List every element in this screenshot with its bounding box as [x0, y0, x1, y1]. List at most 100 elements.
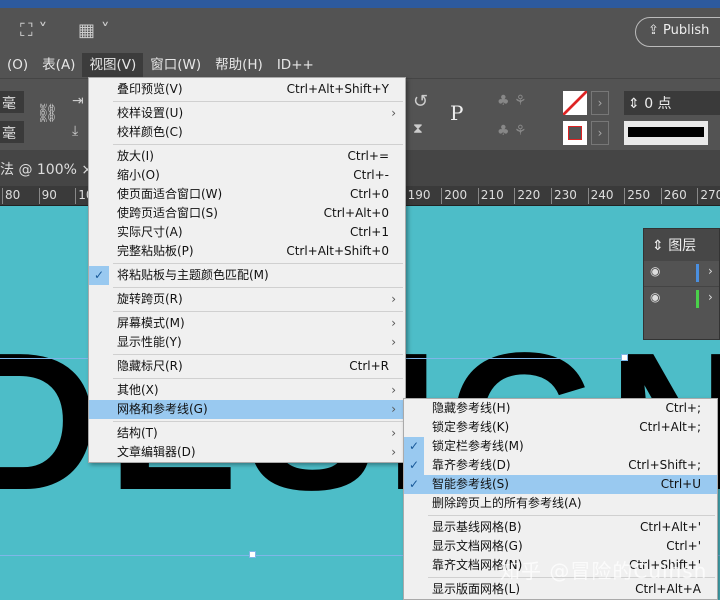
- layers-panel: ⇕ 图层 ◉ › ◉ ›: [643, 228, 720, 340]
- menu-item[interactable]: 显示基线网格(B) Ctrl+Alt+': [404, 518, 717, 537]
- reference-point-proxy[interactable]: P: [450, 101, 463, 125]
- eye-icon[interactable]: ◉: [650, 290, 660, 304]
- expand-icon[interactable]: ›: [708, 264, 713, 278]
- rotate-icon[interactable]: ↺: [413, 91, 428, 112]
- submenu-arrow-icon: ›: [391, 426, 396, 440]
- menu-0[interactable]: (O): [0, 53, 35, 77]
- eye-icon[interactable]: ◉: [650, 264, 660, 278]
- layer-color: [696, 290, 699, 308]
- align-icon[interactable]: ⇥: [72, 93, 84, 109]
- menu-item-label: 旋转跨页(R): [117, 292, 183, 306]
- stroke-type-select[interactable]: [624, 121, 708, 145]
- menu-item-shortcut: Ctrl+Alt+0: [323, 206, 389, 220]
- layout-icon[interactable]: ▦ ˅: [78, 20, 110, 41]
- menu-2[interactable]: 视图(V): [82, 53, 144, 77]
- menu-item[interactable]: 隐藏参考线(H) Ctrl+;: [404, 399, 717, 418]
- menu-item-label: 智能参考线(S): [432, 477, 509, 491]
- share-icon: ⇪: [648, 23, 664, 38]
- menu-item[interactable]: 叠印预览(V) Ctrl+Alt+Shift+Y: [89, 80, 405, 99]
- menu-item-label: 隐藏参考线(H): [432, 401, 511, 415]
- menu-item-shortcut: Ctrl+U: [660, 477, 701, 491]
- ruler-tick-label: 250: [624, 188, 650, 204]
- menu-item-shortcut: Ctrl+Alt+Shift+0: [286, 244, 389, 258]
- submenu-arrow-icon: ›: [391, 383, 396, 397]
- menu-item[interactable]: 旋转跨页(R) ›: [89, 290, 405, 309]
- menu-item[interactable]: 结构(T) ›: [89, 424, 405, 443]
- menu-item[interactable]: 校样颜色(C): [89, 123, 405, 142]
- stroke-dropdown[interactable]: ›: [591, 121, 609, 145]
- publish-button[interactable]: ⇪ Publish: [635, 17, 720, 47]
- menu-5[interactable]: ID++: [270, 53, 321, 77]
- stepper-icon[interactable]: ⇕: [628, 96, 644, 112]
- menu-item[interactable]: 使页面适合窗口(W) Ctrl+0: [89, 185, 405, 204]
- menu-item-label: 靠齐参考线(D): [432, 458, 511, 472]
- view-menu: 叠印预览(V) Ctrl+Alt+Shift+Y 校样设置(U) › 校样颜色(C) 放大…: [88, 77, 406, 463]
- menu-item[interactable]: 放大(I) Ctrl+=: [89, 147, 405, 166]
- menu-item-shortcut: Ctrl+-: [353, 168, 389, 182]
- menu-item[interactable]: 其他(X) ›: [89, 381, 405, 400]
- menu-item[interactable]: 网格和参考线(G) ›: [89, 400, 405, 419]
- checkmark-icon: ✓: [89, 266, 109, 285]
- stroke-weight-field[interactable]: ⇕ 0 点: [624, 91, 720, 115]
- menu-1[interactable]: 表(A): [35, 53, 82, 77]
- ruler-tick-label: 190: [404, 188, 431, 204]
- link-icon[interactable]: ⛓: [36, 103, 59, 124]
- layer-row[interactable]: ◉ ›: [644, 287, 719, 313]
- menu-item[interactable]: ✓ 锁定栏参考线(M): [404, 437, 717, 456]
- menu-item[interactable]: ✓ 将粘贴板与主题颜色匹配(M): [89, 266, 405, 285]
- menu-item-shortcut: Ctrl+0: [349, 187, 389, 201]
- menu-item[interactable]: 实际尺寸(A) Ctrl+1: [89, 223, 405, 242]
- menu-bar: (O) 表(A) 视图(V) 窗口(W) 帮助(H) ID++: [0, 52, 720, 78]
- menu-item[interactable]: 显示性能(Y) ›: [89, 333, 405, 352]
- unit-field[interactable]: 毫: [0, 121, 24, 143]
- menu-item[interactable]: ✓ 智能参考线(S) Ctrl+U: [404, 475, 717, 494]
- menu-item[interactable]: 完整粘贴板(P) Ctrl+Alt+Shift+0: [89, 242, 405, 261]
- menu-item-shortcut: Ctrl+R: [349, 359, 389, 373]
- stroke-swatch[interactable]: [563, 121, 587, 145]
- menu-item[interactable]: 显示文档网格(G) Ctrl+': [404, 537, 717, 556]
- document-tab[interactable]: 法 @ 100% ×: [0, 159, 93, 179]
- submenu-arrow-icon: ›: [391, 402, 396, 416]
- unit-field[interactable]: 毫: [0, 91, 24, 113]
- menu-item[interactable]: 使跨页适合窗口(S) Ctrl+Alt+0: [89, 204, 405, 223]
- menu-item[interactable]: 隐藏标尺(R) Ctrl+R: [89, 357, 405, 376]
- menu-item[interactable]: 锁定参考线(K) Ctrl+Alt+;: [404, 418, 717, 437]
- menu-item-shortcut: Ctrl+=: [347, 149, 389, 163]
- ruler-tick-label: 230: [551, 188, 577, 204]
- menu-item[interactable]: 屏幕模式(M) ›: [89, 314, 405, 333]
- collapse-icon[interactable]: ⇕: [652, 238, 668, 254]
- menu-item[interactable]: 文章编辑器(D) ›: [89, 443, 405, 462]
- distribute-icon[interactable]: ♣ ⚘: [497, 123, 527, 139]
- frame-icon[interactable]: ⛶ ˅: [20, 20, 47, 41]
- ruler-tick-label: 240: [587, 188, 614, 204]
- menu-item[interactable]: 缩小(O) Ctrl+-: [89, 166, 405, 185]
- expand-icon[interactable]: ›: [708, 290, 713, 304]
- fill-swatch[interactable]: [563, 91, 587, 115]
- checkmark-icon: ✓: [404, 475, 424, 494]
- layer-row[interactable]: ◉ ›: [644, 261, 719, 287]
- distribute-icon[interactable]: ♣ ⚘: [497, 93, 527, 109]
- menu-item-label: 文章编辑器(D): [117, 445, 196, 459]
- menu-item-shortcut: Ctrl+1: [349, 225, 389, 239]
- menu-item-shortcut: Ctrl+Alt+': [639, 520, 701, 534]
- submenu-arrow-icon: ›: [391, 316, 396, 330]
- menu-item-label: 放大(I): [117, 149, 154, 163]
- ruler-tick-label: 220: [514, 188, 540, 204]
- menu-item-label: 锁定栏参考线(M): [432, 439, 524, 453]
- menu-item-label: 网格和参考线(G): [117, 402, 208, 416]
- menu-4[interactable]: 帮助(H): [208, 53, 270, 77]
- menu-item[interactable]: ✓ 靠齐参考线(D) Ctrl+Shift+;: [404, 456, 717, 475]
- menu-3[interactable]: 窗口(W): [143, 53, 208, 77]
- fill-dropdown[interactable]: ›: [591, 91, 609, 115]
- checkmark-icon: ✓: [404, 456, 424, 475]
- ruler-tick-label: 260: [660, 188, 687, 204]
- menu-item-label: 使跨页适合窗口(S): [117, 206, 218, 220]
- selection-handle[interactable]: [621, 354, 628, 361]
- menu-item-label: 显示性能(Y): [117, 335, 182, 349]
- selection-handle[interactable]: [249, 551, 256, 558]
- menu-item-label: 隐藏标尺(R): [117, 359, 183, 373]
- flip-icon[interactable]: ⧗: [413, 121, 423, 137]
- align-icon[interactable]: ⤓: [72, 123, 78, 139]
- menu-item[interactable]: 删除跨页上的所有参考线(A): [404, 494, 717, 513]
- menu-item[interactable]: 校样设置(U) ›: [89, 104, 405, 123]
